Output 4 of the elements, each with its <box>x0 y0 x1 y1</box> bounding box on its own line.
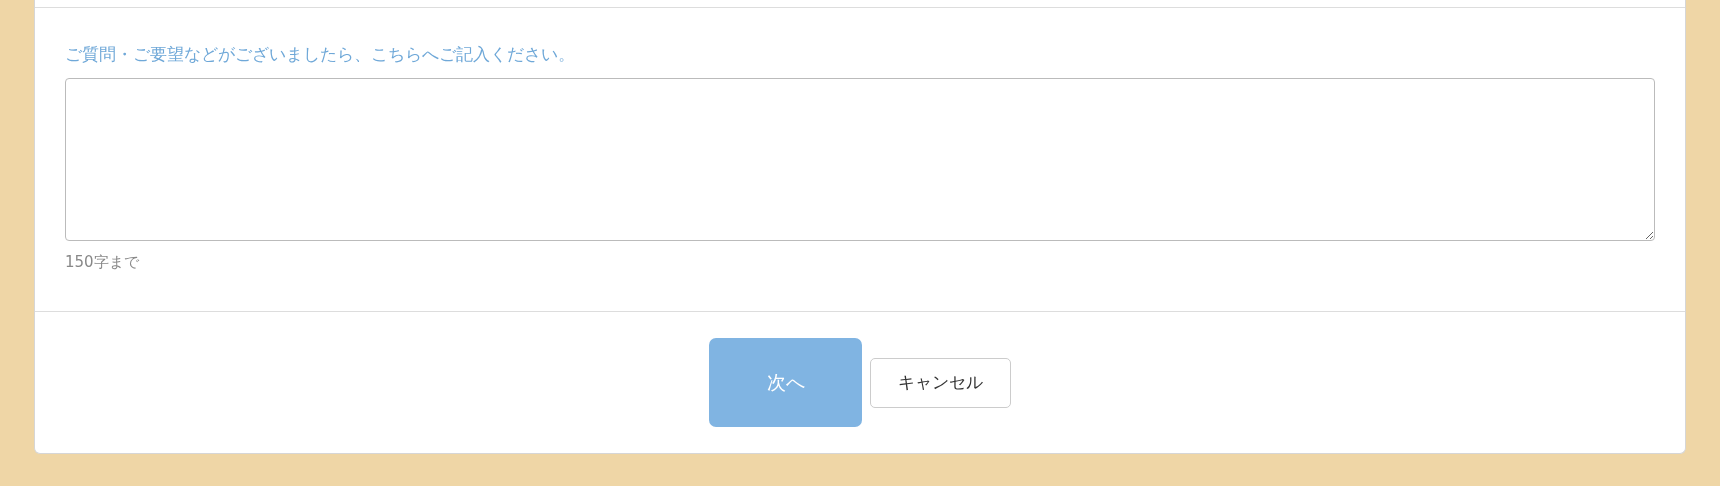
question-label: ご質問・ご要望などがございましたら、こちらへご記入ください。 <box>65 43 576 66</box>
character-limit-hint: 150字まで <box>65 252 140 273</box>
cancel-button[interactable]: キャンセル <box>870 357 1011 408</box>
question-textarea[interactable] <box>65 78 1655 241</box>
